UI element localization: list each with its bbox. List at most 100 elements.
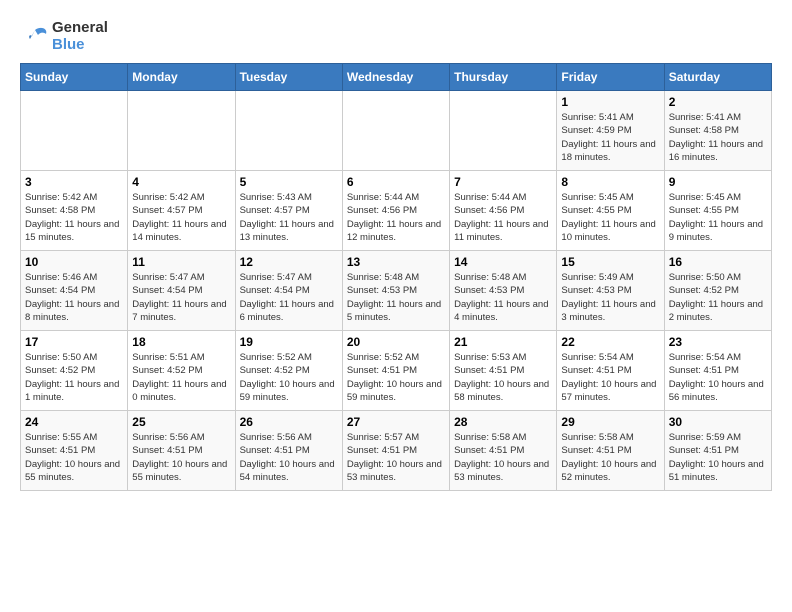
cell-day-number: 7 — [454, 175, 552, 189]
cell-info: Sunrise: 5:48 AM Sunset: 4:53 PM Dayligh… — [347, 271, 445, 324]
calendar-cell: 19 Sunrise: 5:52 AM Sunset: 4:52 PM Dayli… — [235, 331, 342, 411]
cell-info: Sunrise: 5:53 AM Sunset: 4:51 PM Dayligh… — [454, 351, 552, 404]
cell-day-number: 12 — [240, 255, 338, 269]
cell-info: Sunrise: 5:48 AM Sunset: 4:53 PM Dayligh… — [454, 271, 552, 324]
calendar-cell — [342, 91, 449, 171]
calendar-cell: 24 Sunrise: 5:55 AM Sunset: 4:51 PM Dayli… — [21, 411, 128, 491]
cell-day-number: 4 — [132, 175, 230, 189]
cell-info: Sunrise: 5:47 AM Sunset: 4:54 PM Dayligh… — [240, 271, 338, 324]
calendar-cell: 30 Sunrise: 5:59 AM Sunset: 4:51 PM Dayli… — [664, 411, 771, 491]
header-day-wednesday: Wednesday — [342, 64, 449, 91]
cell-info: Sunrise: 5:49 AM Sunset: 4:53 PM Dayligh… — [561, 271, 659, 324]
calendar-cell: 18 Sunrise: 5:51 AM Sunset: 4:52 PM Dayli… — [128, 331, 235, 411]
calendar-cell — [21, 91, 128, 171]
calendar-cell: 20 Sunrise: 5:52 AM Sunset: 4:51 PM Dayli… — [342, 331, 449, 411]
cell-day-number: 14 — [454, 255, 552, 269]
cell-day-number: 9 — [669, 175, 767, 189]
cell-info: Sunrise: 5:51 AM Sunset: 4:52 PM Dayligh… — [132, 351, 230, 404]
calendar-cell: 28 Sunrise: 5:58 AM Sunset: 4:51 PM Dayli… — [450, 411, 557, 491]
calendar-week-1: 1 Sunrise: 5:41 AM Sunset: 4:59 PM Daylig… — [21, 91, 772, 171]
calendar-cell: 15 Sunrise: 5:49 AM Sunset: 4:53 PM Dayli… — [557, 251, 664, 331]
cell-day-number: 28 — [454, 415, 552, 429]
cell-info: Sunrise: 5:59 AM Sunset: 4:51 PM Dayligh… — [669, 431, 767, 484]
cell-day-number: 30 — [669, 415, 767, 429]
calendar-cell: 13 Sunrise: 5:48 AM Sunset: 4:53 PM Dayli… — [342, 251, 449, 331]
header: General Blue — [20, 20, 772, 53]
calendar-cell: 12 Sunrise: 5:47 AM Sunset: 4:54 PM Dayli… — [235, 251, 342, 331]
header-day-saturday: Saturday — [664, 64, 771, 91]
calendar-cell: 26 Sunrise: 5:56 AM Sunset: 4:51 PM Dayli… — [235, 411, 342, 491]
cell-info: Sunrise: 5:41 AM Sunset: 4:59 PM Dayligh… — [561, 111, 659, 164]
cell-info: Sunrise: 5:57 AM Sunset: 4:51 PM Dayligh… — [347, 431, 445, 484]
cell-day-number: 1 — [561, 95, 659, 109]
calendar-cell — [128, 91, 235, 171]
calendar-week-5: 24 Sunrise: 5:55 AM Sunset: 4:51 PM Dayli… — [21, 411, 772, 491]
cell-info: Sunrise: 5:47 AM Sunset: 4:54 PM Dayligh… — [132, 271, 230, 324]
cell-day-number: 6 — [347, 175, 445, 189]
calendar-cell: 21 Sunrise: 5:53 AM Sunset: 4:51 PM Dayli… — [450, 331, 557, 411]
calendar-cell: 27 Sunrise: 5:57 AM Sunset: 4:51 PM Dayli… — [342, 411, 449, 491]
calendar-cell: 14 Sunrise: 5:48 AM Sunset: 4:53 PM Dayli… — [450, 251, 557, 331]
cell-info: Sunrise: 5:56 AM Sunset: 4:51 PM Dayligh… — [240, 431, 338, 484]
cell-day-number: 22 — [561, 335, 659, 349]
calendar-cell: 11 Sunrise: 5:47 AM Sunset: 4:54 PM Dayli… — [128, 251, 235, 331]
calendar-cell: 1 Sunrise: 5:41 AM Sunset: 4:59 PM Daylig… — [557, 91, 664, 171]
calendar-cell — [235, 91, 342, 171]
calendar-cell: 7 Sunrise: 5:44 AM Sunset: 4:56 PM Daylig… — [450, 171, 557, 251]
cell-day-number: 29 — [561, 415, 659, 429]
calendar-table: SundayMondayTuesdayWednesdayThursdayFrid… — [20, 63, 772, 491]
calendar-cell — [450, 91, 557, 171]
calendar-cell: 25Sunrise: 5:56 AM Sunset: 4:51 PM Dayli… — [128, 411, 235, 491]
cell-day-number: 16 — [669, 255, 767, 269]
cell-day-number: 25 — [132, 415, 230, 429]
cell-day-number: 5 — [240, 175, 338, 189]
cell-info: Sunrise: 5:44 AM Sunset: 4:56 PM Dayligh… — [454, 191, 552, 244]
logo-blue-text: Blue — [52, 37, 108, 54]
logo-container: General Blue — [20, 20, 108, 53]
cell-day-number: 11 — [132, 255, 230, 269]
calendar-cell: 6Sunrise: 5:44 AM Sunset: 4:56 PM Daylig… — [342, 171, 449, 251]
cell-info: Sunrise: 5:41 AM Sunset: 4:58 PM Dayligh… — [669, 111, 767, 164]
cell-day-number: 2 — [669, 95, 767, 109]
calendar-week-2: 3Sunrise: 5:42 AM Sunset: 4:58 PM Daylig… — [21, 171, 772, 251]
calendar-header-row: SundayMondayTuesdayWednesdayThursdayFrid… — [21, 64, 772, 91]
header-day-monday: Monday — [128, 64, 235, 91]
cell-info: Sunrise: 5:43 AM Sunset: 4:57 PM Dayligh… — [240, 191, 338, 244]
calendar-cell: 5 Sunrise: 5:43 AM Sunset: 4:57 PM Daylig… — [235, 171, 342, 251]
calendar-cell: 4 Sunrise: 5:42 AM Sunset: 4:57 PM Daylig… — [128, 171, 235, 251]
cell-day-number: 27 — [347, 415, 445, 429]
logo-text: General Blue — [52, 20, 108, 53]
cell-day-number: 20 — [347, 335, 445, 349]
logo-general-text: General — [52, 20, 108, 37]
calendar-cell: 16Sunrise: 5:50 AM Sunset: 4:52 PM Dayli… — [664, 251, 771, 331]
calendar-cell: 2 Sunrise: 5:41 AM Sunset: 4:58 PM Daylig… — [664, 91, 771, 171]
header-day-friday: Friday — [557, 64, 664, 91]
cell-day-number: 19 — [240, 335, 338, 349]
cell-day-number: 13 — [347, 255, 445, 269]
cell-info: Sunrise: 5:42 AM Sunset: 4:57 PM Dayligh… — [132, 191, 230, 244]
cell-day-number: 26 — [240, 415, 338, 429]
cell-info: Sunrise: 5:52 AM Sunset: 4:51 PM Dayligh… — [347, 351, 445, 404]
calendar-cell: 10Sunrise: 5:46 AM Sunset: 4:54 PM Dayli… — [21, 251, 128, 331]
cell-day-number: 24 — [25, 415, 123, 429]
cell-info: Sunrise: 5:58 AM Sunset: 4:51 PM Dayligh… — [561, 431, 659, 484]
cell-day-number: 23 — [669, 335, 767, 349]
cell-day-number: 21 — [454, 335, 552, 349]
cell-info: Sunrise: 5:58 AM Sunset: 4:51 PM Dayligh… — [454, 431, 552, 484]
cell-info: Sunrise: 5:52 AM Sunset: 4:52 PM Dayligh… — [240, 351, 338, 404]
cell-info: Sunrise: 5:42 AM Sunset: 4:58 PM Dayligh… — [25, 191, 123, 244]
cell-info: Sunrise: 5:45 AM Sunset: 4:55 PM Dayligh… — [561, 191, 659, 244]
cell-day-number: 15 — [561, 255, 659, 269]
calendar-cell: 22 Sunrise: 5:54 AM Sunset: 4:51 PM Dayli… — [557, 331, 664, 411]
cell-info: Sunrise: 5:54 AM Sunset: 4:51 PM Dayligh… — [669, 351, 767, 404]
header-day-thursday: Thursday — [450, 64, 557, 91]
cell-info: Sunrise: 5:45 AM Sunset: 4:55 PM Dayligh… — [669, 191, 767, 244]
calendar-cell: 9 Sunrise: 5:45 AM Sunset: 4:55 PM Daylig… — [664, 171, 771, 251]
cell-info: Sunrise: 5:54 AM Sunset: 4:51 PM Dayligh… — [561, 351, 659, 404]
header-day-tuesday: Tuesday — [235, 64, 342, 91]
cell-info: Sunrise: 5:55 AM Sunset: 4:51 PM Dayligh… — [25, 431, 123, 484]
cell-day-number: 17 — [25, 335, 123, 349]
cell-info: Sunrise: 5:46 AM Sunset: 4:54 PM Dayligh… — [25, 271, 123, 324]
cell-day-number: 18 — [132, 335, 230, 349]
header-day-sunday: Sunday — [21, 64, 128, 91]
